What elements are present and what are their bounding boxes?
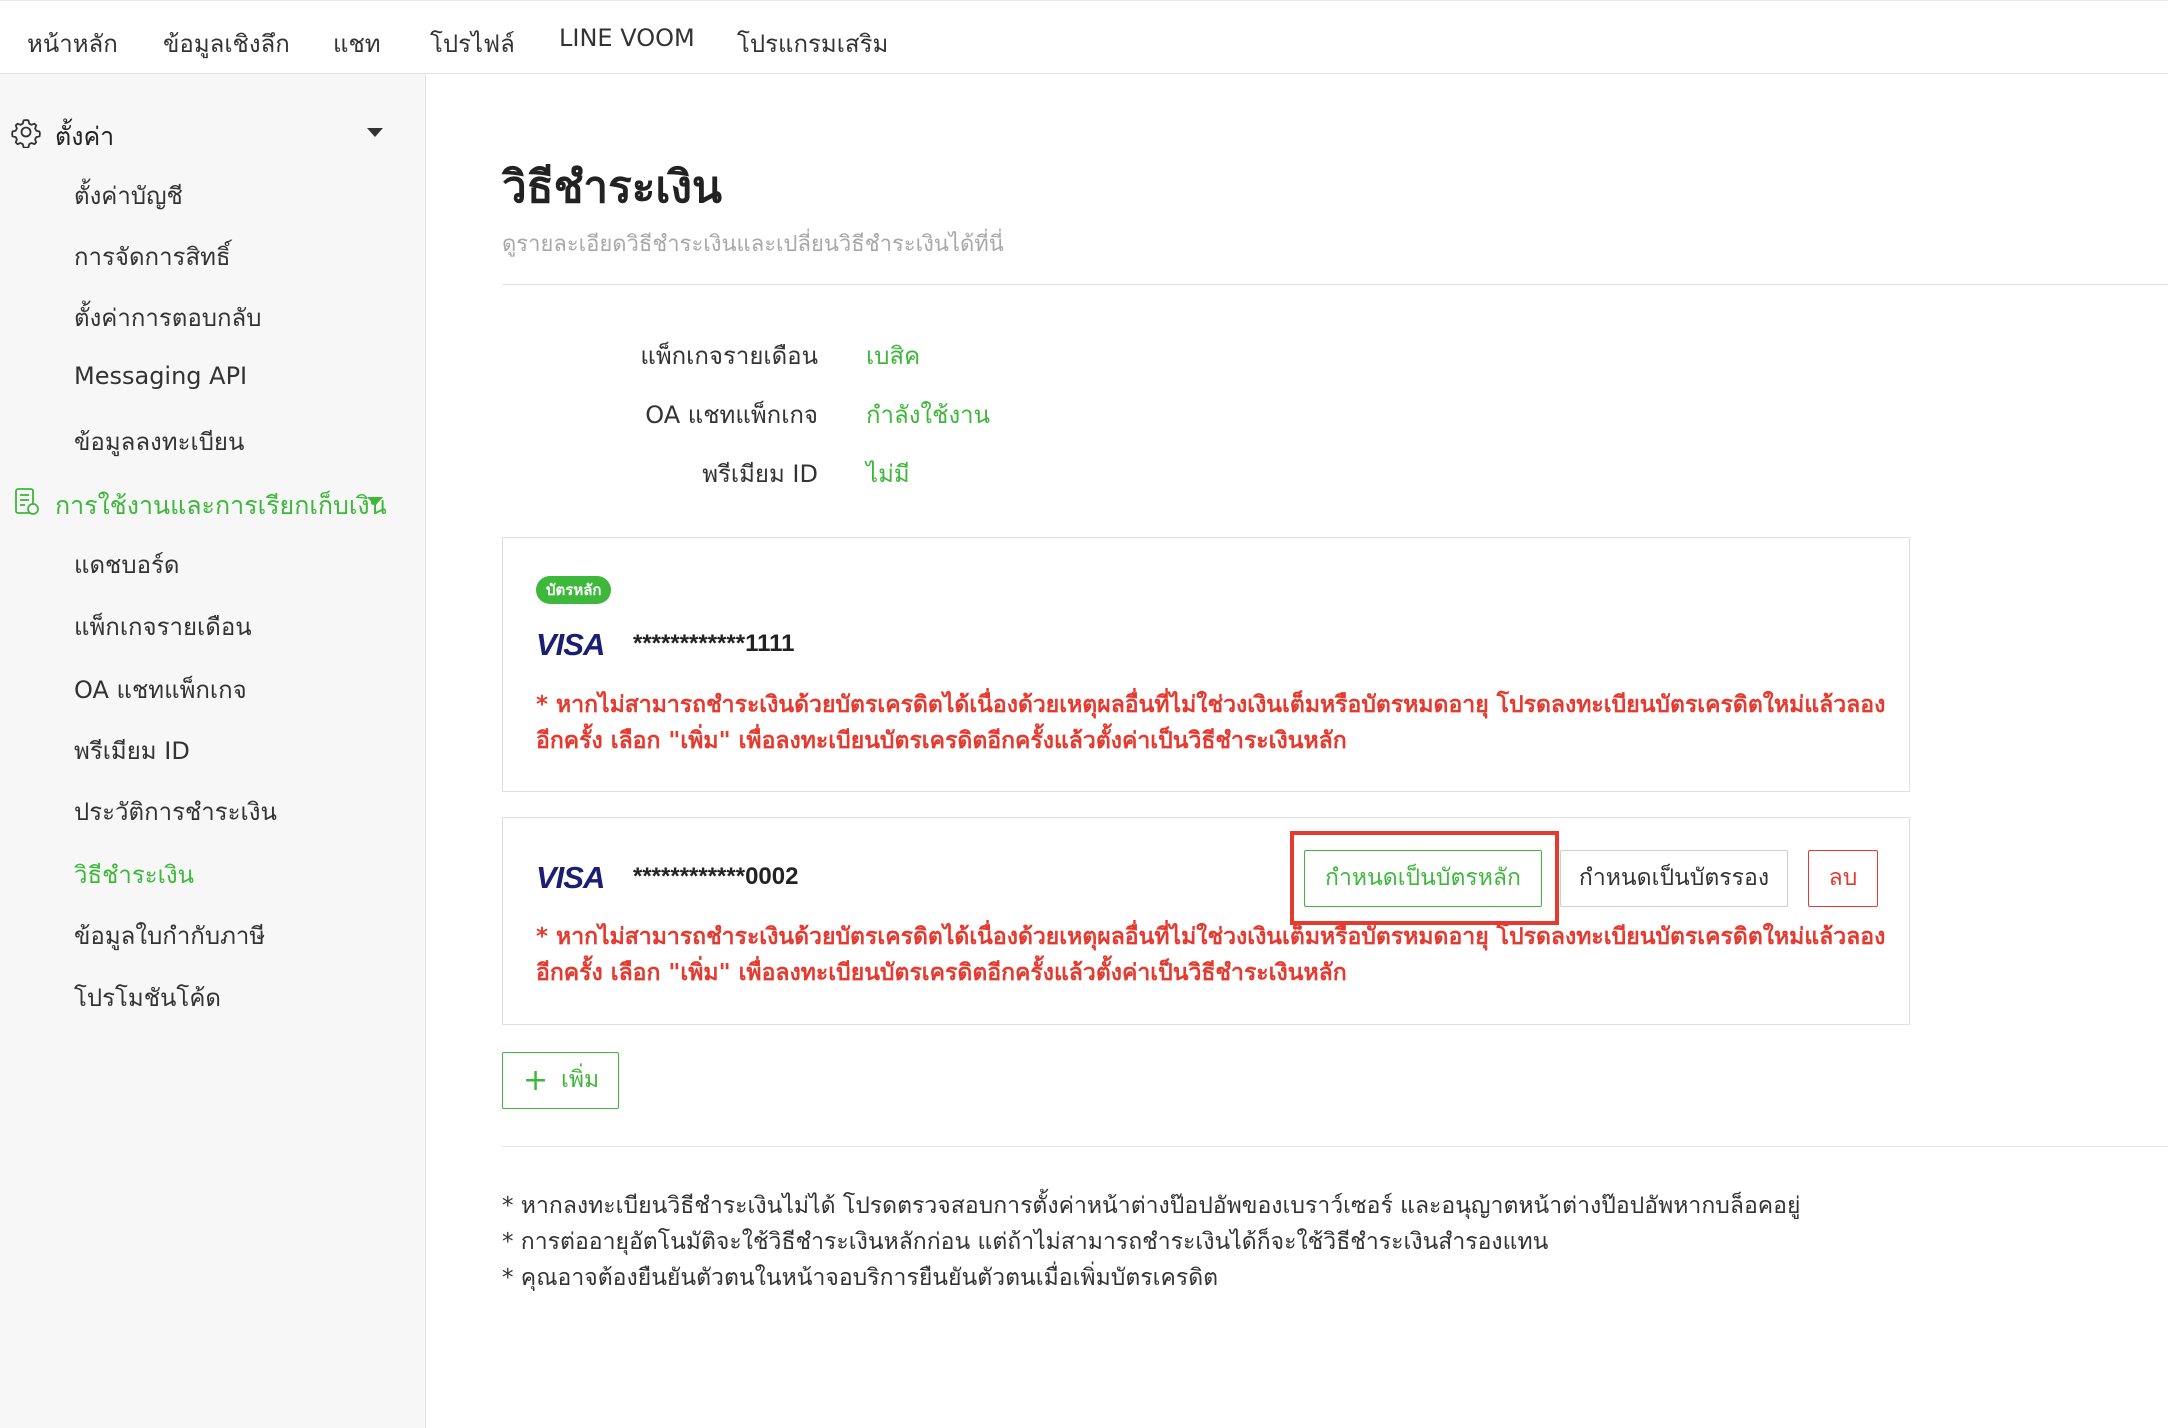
visa-logo-icon: VISA — [536, 860, 605, 895]
chevron-down-icon — [367, 128, 383, 137]
nav-profile[interactable]: โปรไฟล์ — [430, 24, 515, 63]
page-subtitle: ดูรายละเอียดวิธีชำระเงินและเปลี่ยนวิธีชำ… — [502, 232, 1004, 257]
card-warning: * หากไม่สามารถชำระเงินด้วยบัตรเครดิตได้เ… — [536, 687, 1886, 759]
delete-card-button[interactable]: ลบ — [1808, 850, 1878, 907]
sidebar-item-tax-invoice[interactable]: ข้อมูลใบกำกับภาษี — [74, 916, 265, 955]
card-number: ************0002 — [633, 863, 799, 890]
info-value-oa-chat-package: กำลังใช้งาน — [866, 401, 991, 429]
sidebar-item-response-settings[interactable]: ตั้งค่าการตอบกลับ — [74, 298, 261, 337]
card-warning-line: อีกครั้ง เลือก "เพิ่ม" เพื่อลงทะเบียนบัต… — [536, 728, 1347, 754]
chevron-down-icon — [367, 497, 383, 506]
sidebar-item-permissions[interactable]: การจัดการสิทธิ์ — [74, 237, 231, 276]
sidebar-item-registration-info[interactable]: ข้อมูลลงทะเบียน — [74, 422, 244, 461]
card-warning-line: * หากไม่สามารถชำระเงินด้วยบัตรเครดิตได้เ… — [536, 692, 1886, 718]
note-verification: * คุณอาจต้องยืนยันตัวตนในหน้าจอบริการยืน… — [502, 1265, 1219, 1291]
sidebar-item-premium-id[interactable]: พรีเมียม ID — [74, 731, 190, 770]
payment-card-secondary: VISA ************0002 * หากไม่สามารถชำระ… — [502, 817, 1910, 1025]
info-label-monthly-package: แพ็กเกจรายเดือน — [640, 342, 818, 370]
info-value-monthly-package: เบสิค — [866, 342, 921, 370]
sidebar: ตั้งค่า ตั้งค่าบัญชี การจัดการสิทธิ์ ตั้… — [0, 74, 426, 1428]
receipt-icon — [15, 488, 39, 515]
note-auto-renewal: * การต่ออายุอัตโนมัติจะใช้วิธีชำระเงินหล… — [502, 1229, 1549, 1255]
payment-card-primary: บัตรหลัก VISA ************1111 * หากไม่ส… — [502, 537, 1910, 792]
card-warning-line: อีกครั้ง เลือก "เพิ่ม" เพื่อลงทะเบียนบัต… — [536, 960, 1347, 986]
sidebar-item-oa-chat-package[interactable]: OA แชทแพ็กเกจ — [74, 670, 247, 709]
nav-chat[interactable]: แชท — [333, 24, 381, 63]
card-warning: * หากไม่สามารถชำระเงินด้วยบัตรเครดิตได้เ… — [536, 919, 1886, 991]
top-navigation: หน้าหลัก ข้อมูลเชิงลึก แชท โปรไฟล์ LINE … — [0, 0, 2168, 74]
nav-extensions[interactable]: โปรแกรมเสริม — [737, 24, 888, 63]
sidebar-item-account-settings[interactable]: ตั้งค่าบัญชี — [74, 176, 183, 215]
sidebar-item-monthly-package[interactable]: แพ็กเกจรายเดือน — [74, 607, 252, 646]
info-label-premium-id: พรีเมียม ID — [702, 460, 818, 488]
sidebar-item-promo-code[interactable]: โปรโมชันโค้ด — [74, 978, 221, 1017]
set-secondary-card-button[interactable]: กำหนดเป็นบัตรรอง — [1560, 850, 1788, 907]
info-value-premium-id: ไม่มี — [866, 460, 910, 488]
card-number: ************1111 — [633, 630, 795, 657]
sidebar-item-payment-methods[interactable]: วิธีชำระเงิน — [74, 855, 194, 894]
add-button-label: เพิ่ม — [561, 1067, 600, 1093]
sidebar-section-settings-label: ตั้งค่า — [55, 122, 115, 151]
visa-logo-icon: VISA — [536, 627, 605, 662]
gear-icon — [11, 119, 41, 148]
divider — [502, 1146, 2168, 1147]
nav-insights[interactable]: ข้อมูลเชิงลึก — [163, 24, 290, 63]
primary-card-badge: บัตรหลัก — [536, 576, 612, 604]
divider — [502, 284, 2168, 285]
page-title: วิธีชำระเงิน — [502, 162, 722, 213]
sidebar-section-billing[interactable]: การใช้งานและการเรียกเก็บเงิน — [0, 477, 426, 525]
sidebar-section-settings[interactable]: ตั้งค่า — [0, 108, 426, 156]
sidebar-item-messaging-api[interactable]: Messaging API — [74, 362, 247, 390]
sidebar-section-billing-label: การใช้งานและการเรียกเก็บเงิน — [55, 491, 387, 520]
nav-home[interactable]: หน้าหลัก — [27, 24, 118, 63]
set-primary-card-button[interactable]: กำหนดเป็นบัตรหลัก — [1304, 850, 1542, 907]
nav-line-voom[interactable]: LINE VOOM — [559, 24, 695, 52]
info-label-oa-chat-package: OA แชทแพ็กเกจ — [645, 401, 818, 429]
note-popup: * หากลงทะเบียนวิธีชำระเงินไม่ได้ โปรดตรว… — [502, 1193, 1801, 1219]
sidebar-item-payment-history[interactable]: ประวัติการชำระเงิน — [74, 792, 277, 831]
plus-icon: + — [523, 1063, 549, 1098]
card-warning-line: * หากไม่สามารถชำระเงินด้วยบัตรเครดิตได้เ… — [536, 924, 1886, 950]
sidebar-item-dashboard[interactable]: แดชบอร์ด — [74, 545, 179, 584]
add-payment-method-button[interactable]: + เพิ่ม — [502, 1052, 619, 1109]
